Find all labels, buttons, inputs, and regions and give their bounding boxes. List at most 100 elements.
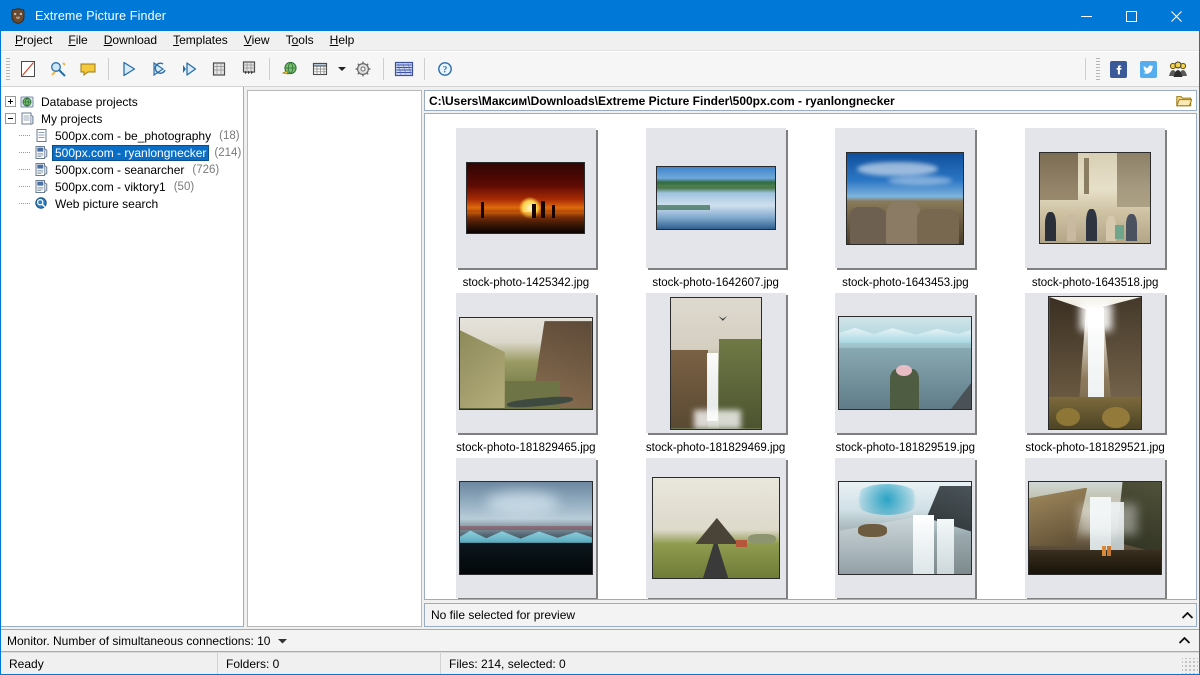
thumbnail-frame bbox=[455, 128, 596, 268]
thumbnail-stock-photo-1642607[interactable]: stock-photo-1642607.jpg bbox=[621, 124, 811, 289]
status-ready: Ready bbox=[1, 653, 218, 674]
thumbnail-stock-photo-181829465[interactable]: stock-photo-181829465.jpg bbox=[431, 289, 621, 454]
thumbnail-stock-photo-1643518[interactable]: stock-photo-1643518.jpg bbox=[1000, 124, 1190, 289]
project-wizard-icon[interactable] bbox=[43, 55, 73, 83]
stop-all-icon[interactable] bbox=[234, 55, 264, 83]
new-project-icon[interactable] bbox=[13, 55, 43, 83]
project-tree[interactable]: Database projects My projects 500px.com … bbox=[1, 87, 244, 627]
tree-item-web-picture-search[interactable]: Web picture search bbox=[1, 195, 243, 212]
thumbnail-frame bbox=[1025, 293, 1166, 433]
tree-item-label: 500px.com - be_photography bbox=[55, 128, 212, 143]
thumbnail-stock-photo-1643453[interactable]: stock-photo-1643453.jpg bbox=[811, 124, 1001, 289]
tree-item-label: 500px.com - seanarcher bbox=[55, 162, 185, 177]
scheduler-icon[interactable] bbox=[389, 55, 419, 83]
minimize-button[interactable] bbox=[1064, 1, 1109, 31]
preview-collapse-icon[interactable] bbox=[1178, 604, 1196, 626]
tree-item-database-projects[interactable]: Database projects bbox=[1, 93, 243, 110]
thumbnail-filename: stock-photo-181829519.jpg bbox=[835, 442, 976, 454]
menu-view[interactable]: View bbox=[236, 31, 278, 50]
path-bar[interactable]: C:\Users\Максим\Downloads\Extreme Pictur… bbox=[424, 90, 1197, 111]
globe-folder-icon bbox=[19, 94, 35, 110]
thumbnail-image-rocks bbox=[847, 152, 964, 244]
twitter-icon[interactable] bbox=[1133, 55, 1163, 83]
start-download-icon[interactable] bbox=[114, 55, 144, 83]
thumbnail-stock-photo-181829519[interactable]: stock-photo-181829519.jpg bbox=[811, 289, 1001, 454]
menu-tools[interactable]: Tools bbox=[278, 31, 322, 50]
facebook-icon[interactable] bbox=[1103, 55, 1133, 83]
comment-icon[interactable] bbox=[73, 55, 103, 83]
settings-gear-icon[interactable] bbox=[348, 55, 378, 83]
thumbnail-filename: stock-photo-181829521.jpg bbox=[1025, 442, 1165, 454]
thumbnail-row3-1[interactable] bbox=[431, 454, 621, 599]
thumbnail-frame bbox=[835, 128, 976, 268]
tree-item-label: Web picture search bbox=[55, 196, 159, 211]
open-folder-icon[interactable] bbox=[1174, 94, 1194, 108]
close-button[interactable] bbox=[1154, 1, 1199, 31]
preview-status-bar: No file selected for preview bbox=[424, 603, 1197, 627]
thumbnail-frame bbox=[1025, 458, 1166, 598]
resume-download-icon[interactable] bbox=[144, 55, 174, 83]
tree-line bbox=[19, 164, 30, 175]
thumbnail-stock-photo-181829469[interactable]: stock-photo-181829469.jpg bbox=[621, 289, 811, 454]
tree-item-label: Database projects bbox=[41, 94, 138, 109]
tree-item-count: (214) bbox=[214, 146, 242, 159]
tree-line bbox=[19, 181, 30, 192]
thumbnail-grid-panel[interactable]: stock-photo-1425342.jpg stock-photo-1642… bbox=[424, 113, 1197, 600]
tree-item-count: (726) bbox=[192, 163, 220, 176]
thumbnail-stock-photo-1425342[interactable]: stock-photo-1425342.jpg bbox=[431, 124, 621, 289]
thumbnail-frame bbox=[455, 293, 596, 433]
tree-item-be-photography[interactable]: 500px.com - be_photography (18) bbox=[1, 127, 243, 144]
tree-item-viktory1[interactable]: 500px.com - viktory1 (50) bbox=[1, 178, 243, 195]
tree-item-ryanlongnecker[interactable]: 500px.com - ryanlongnecker (214) bbox=[1, 144, 243, 161]
monitor-bar[interactable]: Monitor. Number of simultaneous connecti… bbox=[1, 629, 1199, 652]
thumbnail-row3-2[interactable] bbox=[621, 454, 811, 599]
help-about-icon[interactable]: ? bbox=[430, 55, 460, 83]
thumbnail-image-fallsbird bbox=[670, 297, 761, 429]
toolbar: ? bbox=[1, 51, 1199, 87]
maximize-button[interactable] bbox=[1109, 1, 1154, 31]
collapse-my-projects-icon[interactable] bbox=[5, 113, 16, 124]
window-title: Extreme Picture Finder bbox=[35, 9, 167, 23]
view-mode-icon[interactable] bbox=[305, 55, 335, 83]
thumbnail-image-road bbox=[652, 478, 779, 578]
thumbnail-area: stock-photo-1425342.jpg stock-photo-1642… bbox=[424, 113, 1197, 600]
project-images-icon bbox=[33, 179, 49, 195]
menu-file[interactable]: File bbox=[60, 31, 95, 50]
menu-help[interactable]: Help bbox=[322, 31, 363, 50]
view-mode-dropdown-icon[interactable] bbox=[335, 55, 348, 83]
menu-download[interactable]: Download bbox=[96, 31, 165, 50]
thumbnail-frame bbox=[645, 128, 786, 268]
middle-column bbox=[244, 87, 424, 627]
expand-database-projects-icon[interactable] bbox=[5, 96, 16, 107]
friends-icon[interactable] bbox=[1163, 55, 1193, 83]
toolbar-grip[interactable] bbox=[6, 58, 10, 80]
step-download-icon[interactable] bbox=[174, 55, 204, 83]
thumbnail-image-lake bbox=[656, 167, 775, 229]
tree-item-count: (50) bbox=[173, 180, 195, 193]
menu-project[interactable]: Project bbox=[7, 31, 60, 50]
toolbar-grip-right[interactable] bbox=[1096, 58, 1100, 80]
thumbnail-row3-4[interactable] bbox=[1000, 454, 1190, 599]
tree-line bbox=[19, 147, 30, 158]
thumbnail-filename: stock-photo-1425342.jpg bbox=[462, 277, 590, 289]
monitor-collapse-icon[interactable] bbox=[1175, 630, 1193, 652]
thumbnail-frame bbox=[835, 458, 976, 598]
caret-down-icon[interactable] bbox=[277, 634, 288, 648]
thumbnail-row3-3[interactable] bbox=[811, 454, 1001, 599]
browse-web-icon[interactable] bbox=[275, 55, 305, 83]
current-path: C:\Users\Максим\Downloads\Extreme Pictur… bbox=[429, 93, 895, 108]
svg-text:?: ? bbox=[443, 64, 448, 74]
thumbnail-image-glacier bbox=[839, 317, 972, 409]
toolbar-separator-4 bbox=[424, 58, 425, 80]
thumbnail-image-bluefalls bbox=[839, 482, 972, 574]
tree-item-my-projects[interactable]: My projects bbox=[1, 110, 243, 127]
resize-grip[interactable] bbox=[1182, 658, 1198, 674]
thumbnail-stock-photo-181829521[interactable]: stock-photo-181829521.jpg bbox=[1000, 289, 1190, 454]
status-folders: Folders: 0 bbox=[218, 653, 441, 674]
file-list-panel[interactable] bbox=[247, 90, 422, 627]
menu-templates[interactable]: Templates bbox=[165, 31, 236, 50]
stop-download-icon[interactable] bbox=[204, 55, 234, 83]
toolbar-separator-5 bbox=[1085, 58, 1086, 80]
tree-item-seanarcher[interactable]: 500px.com - seanarcher (726) bbox=[1, 161, 243, 178]
status-files: Files: 214, selected: 0 bbox=[449, 656, 566, 671]
